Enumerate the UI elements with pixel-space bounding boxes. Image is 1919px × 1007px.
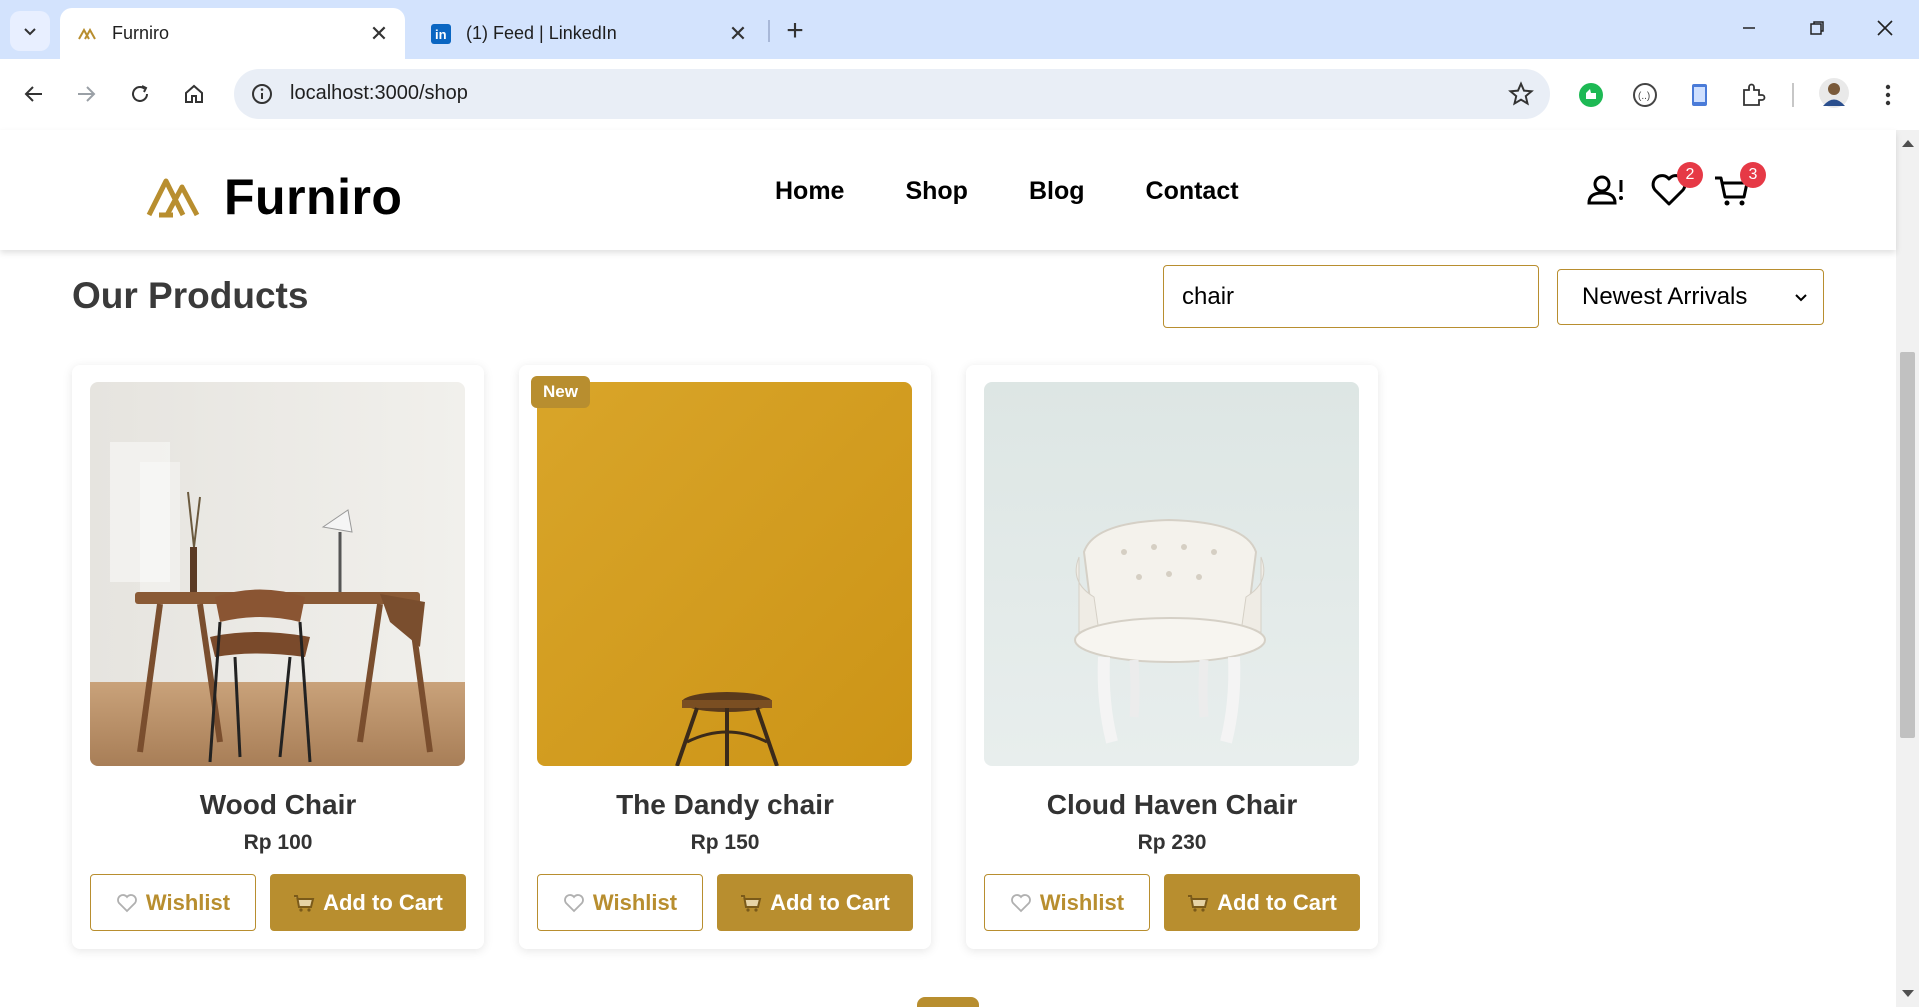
add-to-cart-button[interactable]: Add to Cart [1164,874,1360,931]
product-card[interactable]: Cloud Haven Chair Rp 230 Wishlist Add to… [966,365,1378,949]
site-header: Furniro Home Shop Blog Contact 2 3 [0,130,1896,250]
restore-button[interactable] [1794,8,1840,48]
profile-avatar[interactable] [1816,75,1852,111]
chevron-down-icon [1795,294,1807,302]
product-name[interactable]: Wood Chair [72,789,484,821]
close-window-button[interactable] [1862,8,1908,48]
restore-icon [1810,21,1824,35]
chevron-down-icon [24,28,36,36]
furniro-favicon-icon [76,23,98,45]
product-name[interactable]: The Dandy chair [519,789,931,821]
main-nav: Home Shop Blog Contact [775,177,1300,206]
close-icon [1877,20,1893,36]
browser-tab-bar: Furniro ✕ in (1) Feed | LinkedIn ✕ + [0,0,1919,59]
site-info-icon[interactable] [250,82,274,106]
svg-text:(..): (..) [1638,91,1650,102]
minimize-icon [1743,27,1755,29]
cart-icon [741,894,762,912]
product-price: Rp 150 [690,831,760,854]
tab-linkedin[interactable]: in (1) Feed | LinkedIn ✕ [414,8,764,59]
add-to-cart-label: Add to Cart [770,889,890,915]
product-price: Rp 100 [243,831,313,854]
back-button[interactable] [14,74,54,114]
linkedin-icon: in [430,23,452,45]
more-vertical-icon [1885,84,1891,106]
address-bar[interactable]: localhost:3000/shop [234,69,1550,119]
close-icon[interactable]: ✕ [365,20,393,48]
extensions-puzzle-icon[interactable] [1737,79,1769,111]
brand-logo[interactable]: Furniro [146,168,402,226]
product-price: Rp 230 [1137,831,1207,854]
minimize-button[interactable] [1726,8,1772,48]
tab-title: (1) Feed | LinkedIn [466,23,617,43]
toolbar-separator [1792,83,1794,107]
add-to-cart-button[interactable]: Add to Cart [717,874,913,931]
tab-search-button[interactable] [10,11,50,51]
tab-title: Furniro [112,23,170,43]
cart-count-badge: 3 [1740,162,1766,188]
add-to-cart-label: Add to Cart [1217,889,1337,915]
wishlist-label: Wishlist [145,889,231,915]
svg-text:in: in [435,27,447,42]
nav-contact[interactable]: Contact [1146,177,1239,206]
forward-arrow-icon [78,86,96,102]
wishlist-label: Wishlist [592,889,678,915]
heart-icon [564,893,584,912]
scroll-down-arrow[interactable] [1902,990,1914,997]
tab-furniro[interactable]: Furniro ✕ [60,8,405,59]
reload-icon [132,85,148,102]
cart-icon [1188,894,1209,912]
back-arrow-icon [24,86,42,102]
new-tab-button[interactable]: + [778,14,812,48]
page-title: Our Products [72,275,309,316]
sort-selected-value: Newest Arrivals [1582,283,1748,310]
cart-icon [294,894,315,912]
wishlist-button[interactable]: Wishlist [90,874,256,931]
page-scrollbar[interactable] [1896,130,1919,1007]
new-badge: New [531,376,590,408]
brand-name: Furniro [224,169,403,225]
product-image[interactable] [984,382,1359,766]
home-button[interactable] [174,74,214,114]
tab-separator [768,20,770,42]
wishlist-button[interactable]: Wishlist [984,874,1150,931]
pagination-button[interactable] [917,997,979,1007]
product-image[interactable] [537,382,912,766]
nav-blog[interactable]: Blog [1029,177,1085,206]
product-card[interactable]: Wood Chair Rp 100 Wishlist Add to Cart [72,365,484,949]
nav-home[interactable]: Home [775,177,844,206]
home-icon [185,84,203,103]
browser-toolbar: localhost:3000/shop (..) [0,59,1919,130]
wishlist-count-badge: 2 [1677,162,1703,188]
account-button[interactable] [1586,170,1630,214]
code-extension-icon[interactable]: (..) [1629,79,1661,111]
product-card[interactable]: New The Dandy chair Rp 150 Wishlist Add … [519,365,931,949]
close-icon[interactable]: ✕ [724,20,752,48]
search-input[interactable] [1163,265,1539,328]
phone-extension-icon[interactable] [1683,79,1715,111]
furniro-logo-icon [146,178,200,218]
product-image[interactable] [90,382,465,766]
wishlist-button[interactable]: 2 [1649,162,1703,214]
heart-icon [117,893,137,912]
scroll-up-arrow[interactable] [1902,140,1914,147]
forward-button[interactable] [66,74,106,114]
wishlist-label: Wishlist [1039,889,1125,915]
nav-shop[interactable]: Shop [905,177,968,206]
add-to-cart-label: Add to Cart [323,889,443,915]
user-alert-icon [1587,175,1623,205]
add-to-cart-button[interactable]: Add to Cart [270,874,466,931]
cart-button[interactable]: 3 [1712,162,1766,214]
url-text[interactable]: localhost:3000/shop [290,82,468,105]
green-extension-icon[interactable] [1575,79,1607,111]
product-name[interactable]: Cloud Haven Chair [966,789,1378,821]
reload-button[interactable] [120,74,160,114]
browser-menu-button[interactable] [1872,79,1904,111]
heart-icon [1011,893,1031,912]
scroll-thumb[interactable] [1900,352,1915,738]
wishlist-button[interactable]: Wishlist [537,874,703,931]
sort-select[interactable]: Newest Arrivals [1557,269,1824,325]
bookmark-star-icon[interactable] [1508,81,1534,107]
